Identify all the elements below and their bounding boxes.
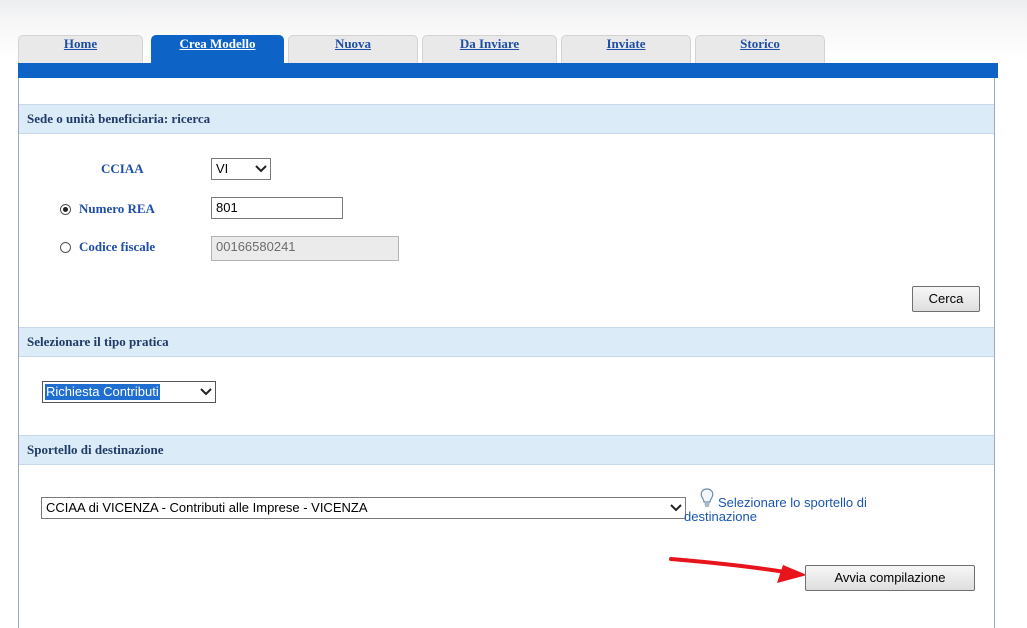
codice-fiscale-input[interactable]: 00166580241 (211, 236, 399, 261)
section-header-destination: Sportello di destinazione (19, 435, 994, 465)
cciaa-select[interactable]: VI (211, 158, 271, 180)
destination-select-value: CCIAA di VICENZA - Contributi alle Impre… (46, 500, 368, 515)
codice-fiscale-radio[interactable] (60, 242, 71, 253)
practice-type-value: Richiesta Contributi (45, 384, 160, 400)
destination-hint-line1: Selezionare lo sportello di (718, 495, 867, 510)
main-panel: Sede o unità beneficiaria: ricerca CCIAA… (18, 78, 995, 628)
destination-hint-line2: destinazione (684, 509, 757, 524)
cerca-button[interactable]: Cerca (912, 286, 980, 312)
tab-bar: Home Crea Modello Nuova Da Inviare Invia… (18, 35, 998, 65)
tab-da-inviare[interactable]: Da Inviare (422, 35, 557, 63)
red-arrow-annotation (669, 557, 807, 583)
tab-crea-modello[interactable]: Crea Modello (151, 35, 284, 63)
cciaa-select-value: VI (216, 161, 229, 176)
tab-underline-bar (18, 63, 998, 78)
destination-hint: Selezionare lo sportello di destinazione (684, 495, 941, 524)
app-window: Home Crea Modello Nuova Da Inviare Invia… (0, 0, 1027, 628)
rea-radio[interactable] (60, 204, 71, 215)
tab-nuova[interactable]: Nuova (288, 35, 418, 63)
tab-home[interactable]: Home (18, 35, 143, 63)
rea-label: Numero REA (79, 201, 155, 216)
avvia-compilazione-button[interactable]: Avvia compilazione (805, 565, 975, 591)
destination-select[interactable]: CCIAA di VICENZA - Contributi alle Impre… (41, 497, 686, 519)
chevron-down-icon (200, 388, 212, 396)
practice-type-select[interactable]: Richiesta Contributi (42, 381, 216, 403)
tab-storico[interactable]: Storico (695, 35, 825, 63)
tab-inviate[interactable]: Inviate (561, 35, 691, 63)
section-header-practice: Selezionare il tipo pratica (19, 327, 994, 357)
cciaa-label: CCIAA (101, 161, 144, 176)
codice-fiscale-label: Codice fiscale (79, 239, 156, 254)
chevron-down-icon (670, 504, 682, 512)
section-header-search: Sede o unità beneficiaria: ricerca (19, 104, 994, 134)
rea-input[interactable]: 801 (211, 197, 343, 219)
chevron-down-icon (255, 165, 267, 173)
